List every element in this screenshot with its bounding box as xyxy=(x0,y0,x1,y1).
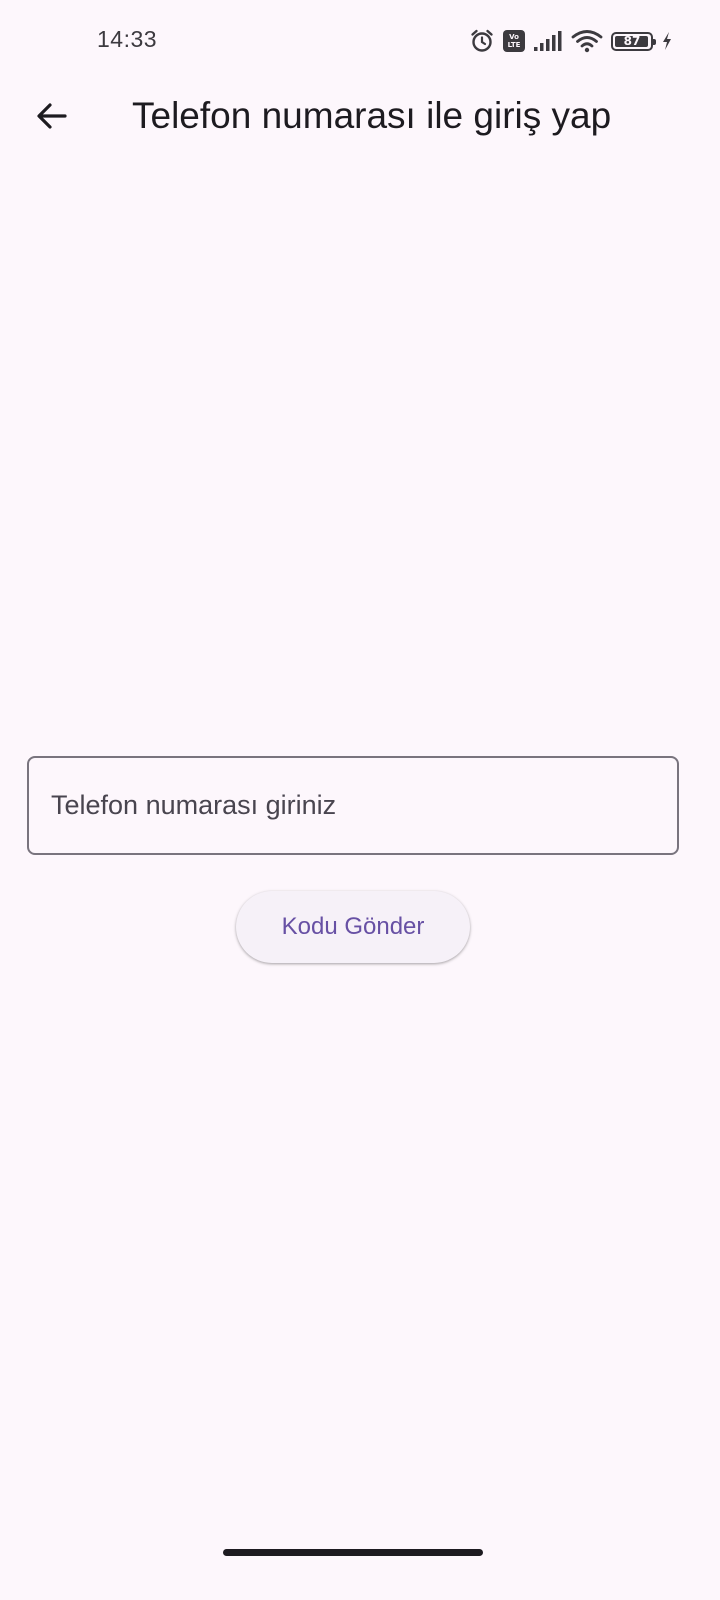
battery-icon: 87 xyxy=(611,31,656,51)
back-button[interactable] xyxy=(24,88,80,144)
status-time: 14:33 xyxy=(97,26,158,52)
battery-level: 87 xyxy=(623,34,641,48)
status-icons: Vo LTE 87 xyxy=(469,27,673,55)
page-title: Telefon numarası ile giriş yap xyxy=(132,95,612,136)
volte-top-label: Vo xyxy=(509,33,519,41)
volte-bottom-label: LTE xyxy=(507,41,521,49)
charging-icon xyxy=(661,31,673,51)
phone-number-field[interactable] xyxy=(27,756,679,855)
gesture-bar[interactable] xyxy=(223,1549,483,1556)
phone-number-input[interactable] xyxy=(29,758,677,853)
signal-icon xyxy=(533,30,563,52)
arrow-back-icon xyxy=(37,103,67,129)
status-bar: 14:33 Vo LTE 87 xyxy=(0,0,720,82)
send-code-button[interactable]: Kodu Gönder xyxy=(236,891,470,963)
alarm-icon xyxy=(469,28,495,54)
app-bar: Telefon numarası ile giriş yap xyxy=(0,82,720,182)
wifi-icon xyxy=(571,29,603,53)
volte-icon: Vo LTE xyxy=(503,30,525,52)
